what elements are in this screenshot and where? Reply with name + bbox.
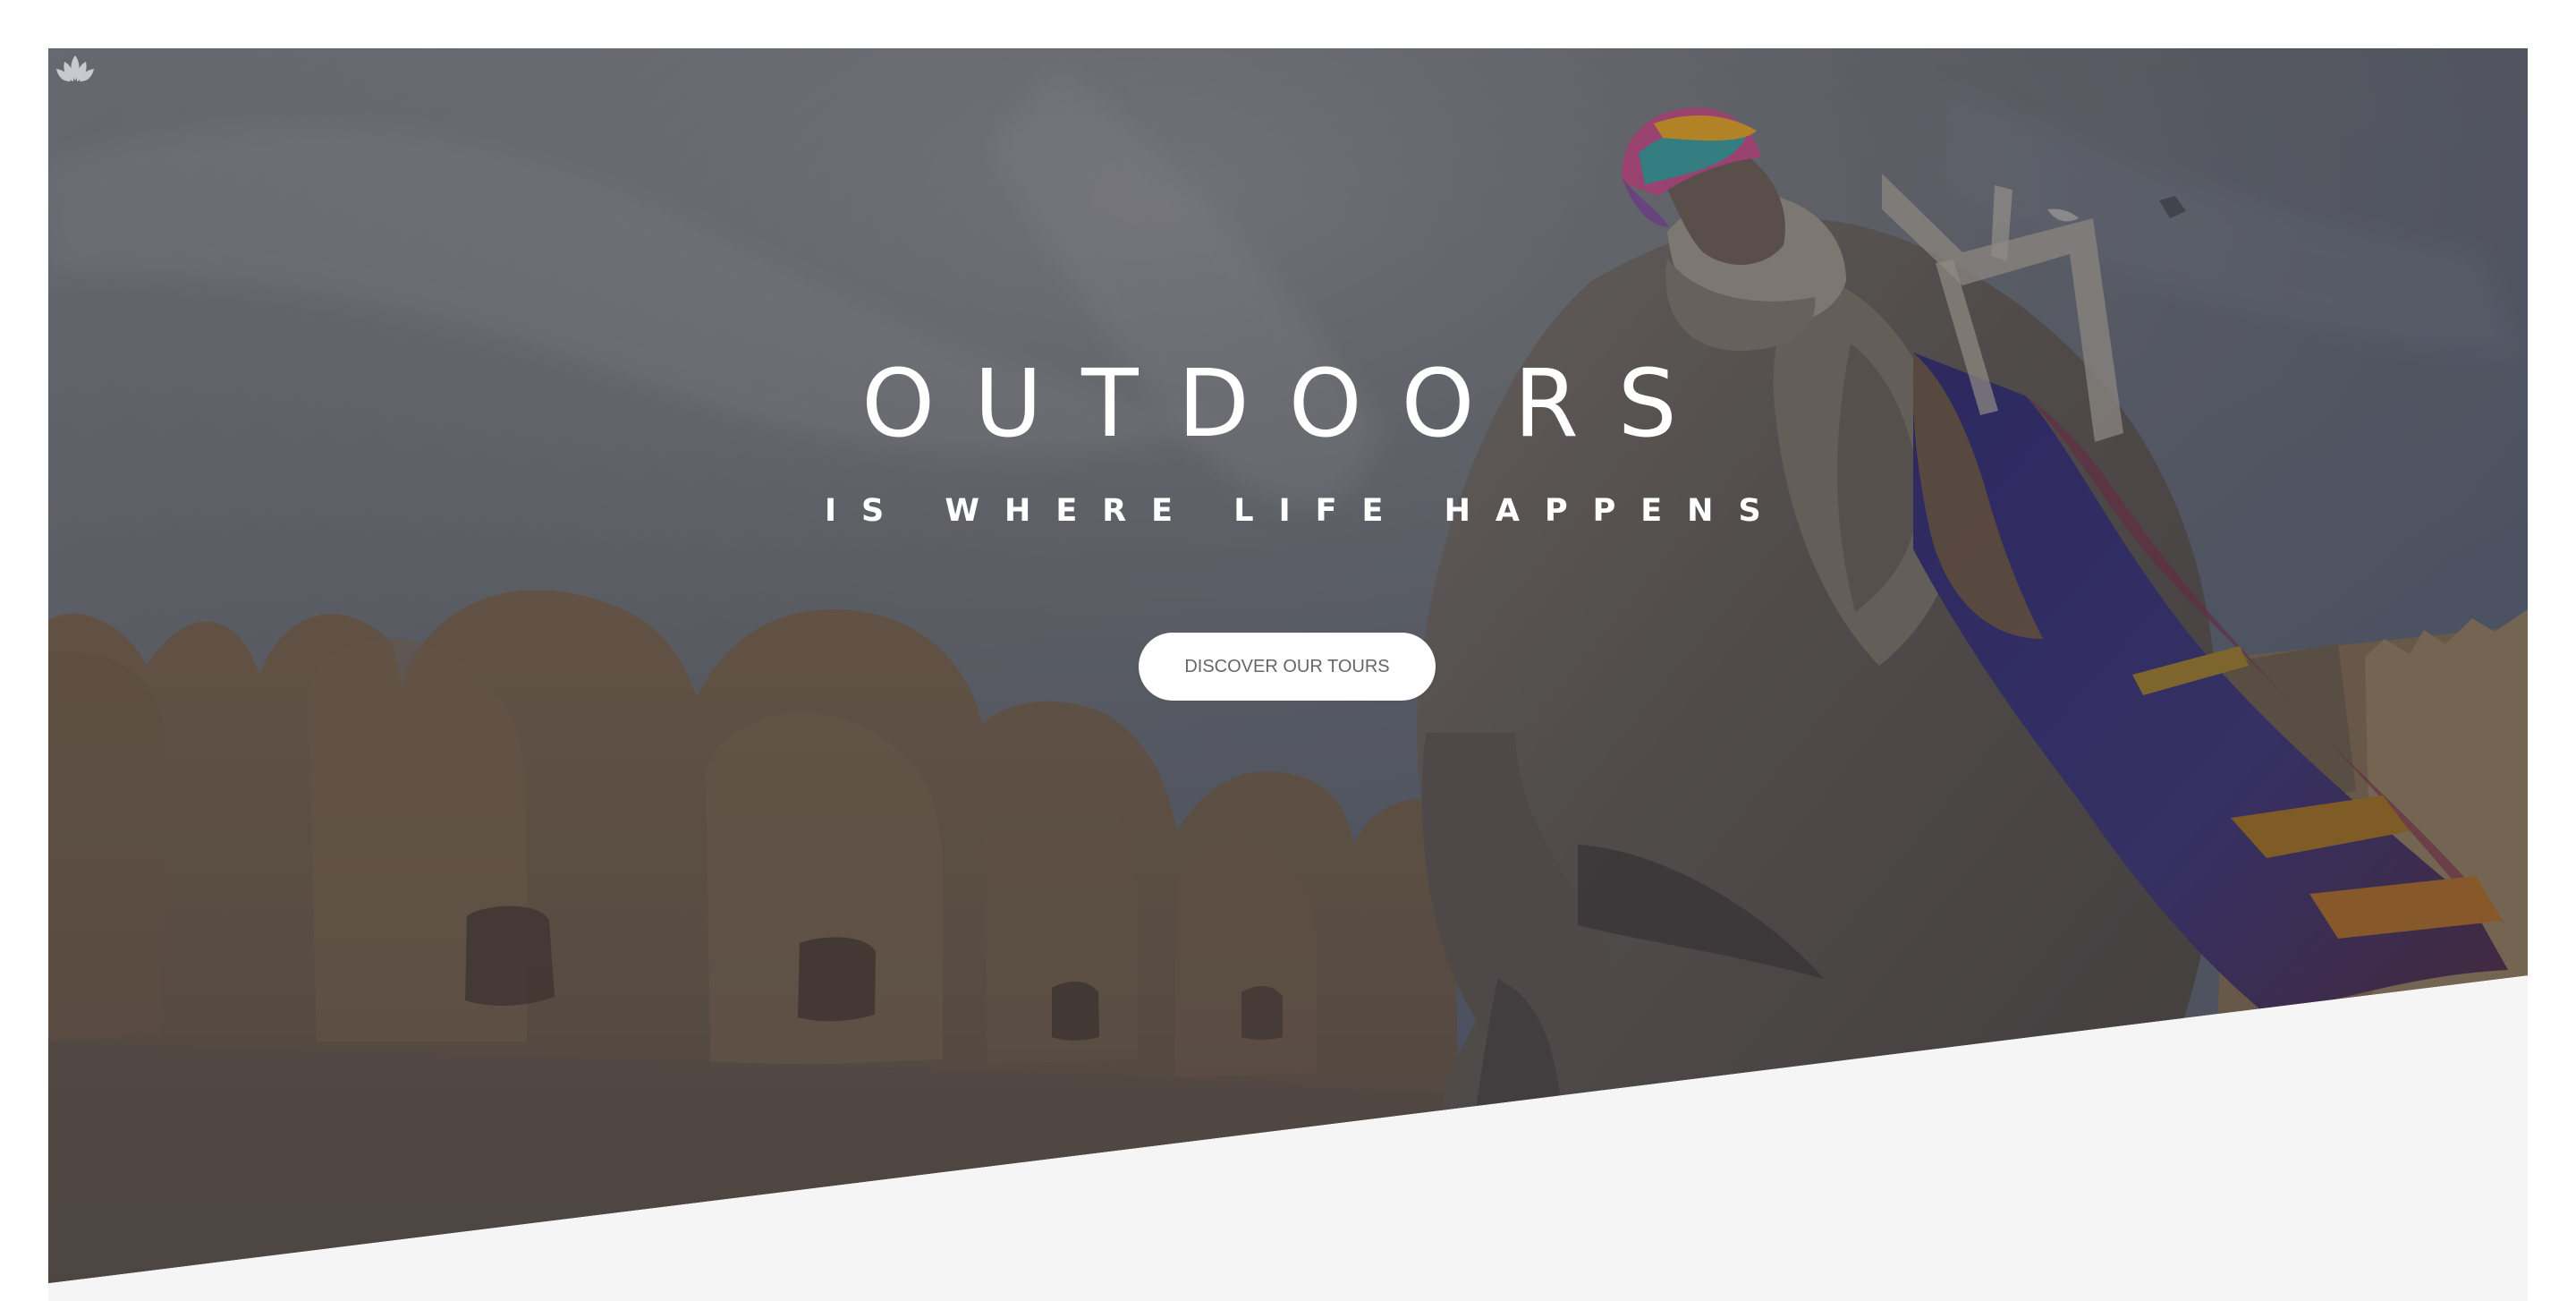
hero-title: OUTDOORS: [861, 349, 1716, 458]
discover-tours-button[interactable]: DISCOVER OUR TOURS: [1139, 633, 1436, 701]
hero-section: OUTDOORS IS WHERE LIFE HAPPENS DISCOVER …: [48, 48, 2528, 1283]
discover-tours-label: DISCOVER OUR TOURS: [1184, 657, 1390, 676]
landing-page: OUTDOORS IS WHERE LIFE HAPPENS DISCOVER …: [48, 48, 2528, 1301]
hero-subtitle: IS WHERE LIFE HAPPENS: [825, 493, 1786, 529]
hero-copy: OUTDOORS IS WHERE LIFE HAPPENS DISCOVER …: [48, 48, 2528, 943]
lotus-logo-icon: [56, 55, 94, 81]
